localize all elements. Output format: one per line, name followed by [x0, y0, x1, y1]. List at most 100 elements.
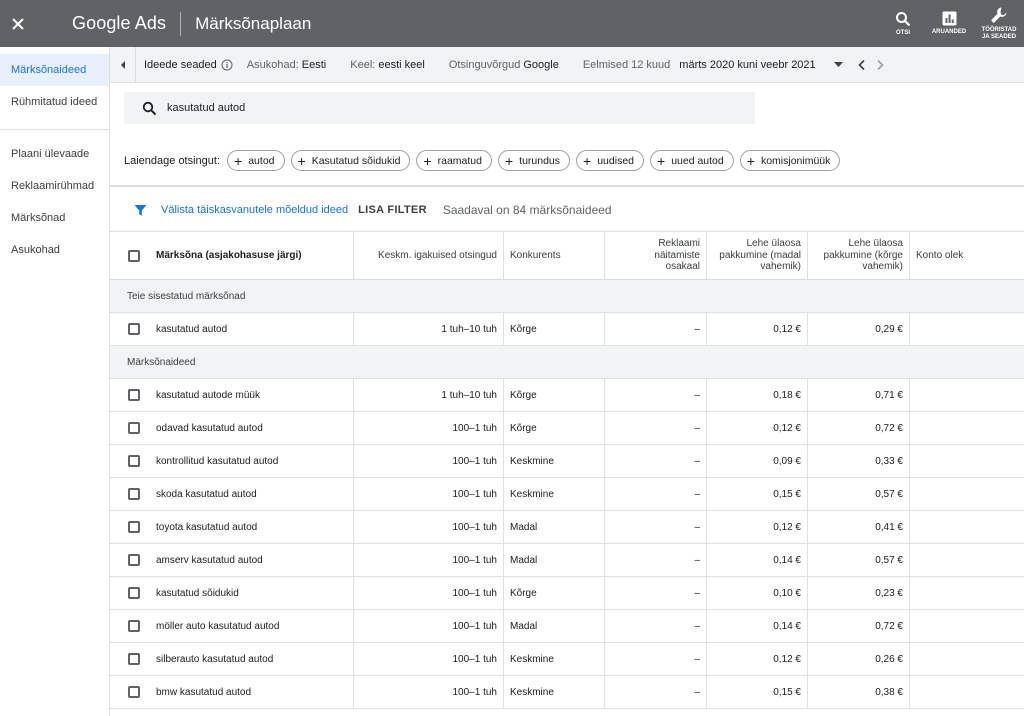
account-status-cell — [910, 577, 1024, 609]
col-bid-high[interactable]: Lehe ülaosa pakkumine (kõrge vahemik) — [808, 232, 910, 279]
row-checkbox[interactable] — [128, 653, 140, 665]
search-button[interactable]: OTSI — [884, 0, 922, 47]
table-row[interactable]: skoda kasutatud autod 100–1 tuh Keskmine –0… — [110, 478, 1024, 511]
broaden-chip[interactable]: + Kasutatud sõidukid — [290, 150, 411, 171]
impression-share-cell: – — [605, 577, 707, 609]
search-button-label: OTSI — [895, 29, 910, 36]
table-row[interactable]: bmw kasutatud autod 100–1 tuh Keskmine –0,1… — [110, 676, 1024, 709]
row-checkbox[interactable] — [128, 686, 140, 698]
keyword-text: kasutatud autod — [156, 323, 228, 335]
reports-button[interactable]: ARUANDED — [926, 0, 972, 47]
impression-share-cell: – — [605, 445, 707, 477]
wrench-icon — [991, 7, 1007, 23]
sidebar-item-locations[interactable]: Asukohad — [0, 234, 109, 266]
broaden-chip[interactable]: + turundus — [497, 150, 571, 171]
avg-searches-cell: 1 tuh–10 tuh — [354, 313, 504, 345]
row-checkbox[interactable] — [128, 587, 140, 599]
sidebar-item-grouped-ideas[interactable]: Rühmitatud ideed — [0, 86, 109, 118]
col-impression-share[interactable]: Reklaami näitamiste osakaal — [605, 232, 707, 279]
competition-cell: Kõrge — [504, 313, 605, 345]
date-range-setting[interactable]: Eelmised 12 kuud märts 2020 kuni veebr 2… — [583, 59, 843, 71]
available-count: Saadaval on 84 märksõnaideed — [442, 203, 612, 217]
bid-low-cell: 0,10 € — [707, 577, 808, 609]
add-filter-button[interactable]: LISA FILTER — [358, 204, 427, 216]
keyword-text: kasutatud sõidukid — [156, 587, 239, 599]
sidebar-item-keywords[interactable]: Märksõnad — [0, 202, 109, 234]
filter-icon[interactable] — [134, 204, 147, 217]
caret-left-icon — [120, 60, 125, 69]
account-status-cell — [910, 379, 1024, 411]
idea-settings-title[interactable]: Ideede seaded — [144, 59, 233, 71]
bid-low-cell: 0,09 € — [707, 445, 808, 477]
collapse-sidebar-button[interactable] — [110, 46, 136, 83]
row-checkbox[interactable] — [128, 455, 140, 467]
table-row[interactable]: kasutatud sõidukid 100–1 tuh Kõrge –0,10 €0… — [110, 577, 1024, 610]
broaden-chip[interactable]: + uudised — [576, 150, 644, 171]
keyword-cell: silberauto kasutatud autod — [110, 643, 354, 675]
network-setting[interactable]: Otsinguvõrgud Google — [449, 59, 559, 71]
row-checkbox[interactable] — [128, 521, 140, 533]
sidebar-item-plan-overview[interactable]: Plaani ülevaade — [0, 138, 109, 170]
row-checkbox[interactable] — [128, 620, 140, 632]
col-bid-low[interactable]: Lehe ülaosa pakkumine (madal vahemik) — [707, 232, 808, 279]
search-icon — [142, 101, 157, 116]
broaden-chip[interactable]: + raamatud — [416, 150, 492, 171]
close-button[interactable] — [0, 0, 36, 47]
keyword-cell: toyota kasutatud autod — [110, 511, 354, 543]
col-account-status[interactable]: Konto olek — [910, 232, 1024, 279]
col-keyword[interactable]: Märksõna (asjakohasuse järgi) — [110, 232, 354, 279]
search-input[interactable]: kasutatud autod — [167, 102, 245, 114]
impression-share-cell: – — [605, 313, 707, 345]
bid-low-cell: 0,15 € — [707, 478, 808, 510]
table-row[interactable]: silberauto kasutatud autod 100–1 tuh Keskm… — [110, 643, 1024, 676]
broaden-label: Laiendage otsingut: — [124, 154, 221, 167]
table-row[interactable]: amserv kasutatud autod 100–1 tuh Madal –0,1… — [110, 544, 1024, 577]
competition-cell: Keskmine — [504, 643, 605, 675]
table-row[interactable]: möller auto kasutatud autod 100–1 tuh Mada… — [110, 610, 1024, 643]
col-avg-searches[interactable]: Keskm. igakuised otsingud — [354, 232, 504, 279]
keyword-cell: kasutatud sõidukid — [110, 577, 354, 609]
account-status-cell — [910, 544, 1024, 576]
prev-period-icon[interactable] — [857, 59, 867, 71]
keyword-text: odavad kasutatud autod — [156, 422, 263, 434]
broaden-chip[interactable]: + uued autod — [650, 150, 734, 171]
section-keyword-ideas: Märksõnaideed — [110, 346, 1024, 379]
exclude-adult-ideas-filter[interactable]: Välista täiskasvanutele mõeldud ideed — [161, 204, 348, 216]
bid-high-cell: 0,29 € — [808, 313, 910, 345]
tools-settings-button[interactable]: TÖÖRISTAD JA SEADED — [976, 0, 1022, 47]
row-checkbox[interactable] — [128, 422, 140, 434]
avg-searches-cell: 100–1 tuh — [354, 643, 504, 675]
avg-searches-cell: 100–1 tuh — [354, 478, 504, 510]
broaden-chip[interactable]: + komisjonimüük — [739, 150, 841, 171]
date-range-select[interactable]: märts 2020 kuni veebr 2021 — [679, 59, 843, 71]
next-period-icon[interactable] — [875, 59, 885, 71]
sidebar-item-keyword-ideas[interactable]: Märksõnaideed — [0, 54, 109, 86]
avg-searches-cell: 100–1 tuh — [354, 610, 504, 642]
table-row[interactable]: kasutatud autod 1 tuh–10 tuh Kõrge –0,12 €0… — [110, 313, 1024, 346]
bid-high-cell: 0,23 € — [808, 577, 910, 609]
table-row[interactable]: toyota kasutatud autod 100–1 tuh Madal –0,1… — [110, 511, 1024, 544]
col-competition[interactable]: Konkurents — [504, 232, 605, 279]
keyword-text: kontrollitud kasutatud autod — [156, 455, 279, 467]
info-icon[interactable] — [221, 59, 233, 71]
avg-searches-cell: 100–1 tuh — [354, 544, 504, 576]
table-row[interactable]: kasutatud autode müük 1 tuh–10 tuh Kõrge –0… — [110, 379, 1024, 412]
avg-searches-cell: 100–1 tuh — [354, 577, 504, 609]
bid-high-cell: 0,57 € — [808, 544, 910, 576]
broaden-chip[interactable]: + autod — [227, 150, 285, 171]
row-checkbox[interactable] — [128, 389, 140, 401]
select-all-checkbox[interactable] — [128, 249, 140, 262]
location-setting[interactable]: Asukohad: Eesti — [247, 59, 326, 71]
table-row[interactable]: kontrollitud kasutatud autod 100–1 tuh Kes… — [110, 445, 1024, 478]
row-checkbox[interactable] — [128, 488, 140, 500]
row-checkbox[interactable] — [128, 323, 140, 335]
bid-low-cell: 0,14 € — [707, 610, 808, 642]
keyword-search-box[interactable]: kasutatud autod — [124, 92, 755, 124]
google-ads-logo[interactable]: Google Ads — [72, 13, 166, 34]
table-row[interactable]: odavad kasutatud autod 100–1 tuh Kõrge –0,1… — [110, 412, 1024, 445]
sidebar-item-ad-groups[interactable]: Reklaamirühmad — [0, 170, 109, 202]
row-checkbox[interactable] — [128, 554, 140, 566]
avg-searches-cell: 100–1 tuh — [354, 676, 504, 708]
language-setting[interactable]: Keel: eesti keel — [350, 59, 425, 71]
impression-share-cell: – — [605, 544, 707, 576]
